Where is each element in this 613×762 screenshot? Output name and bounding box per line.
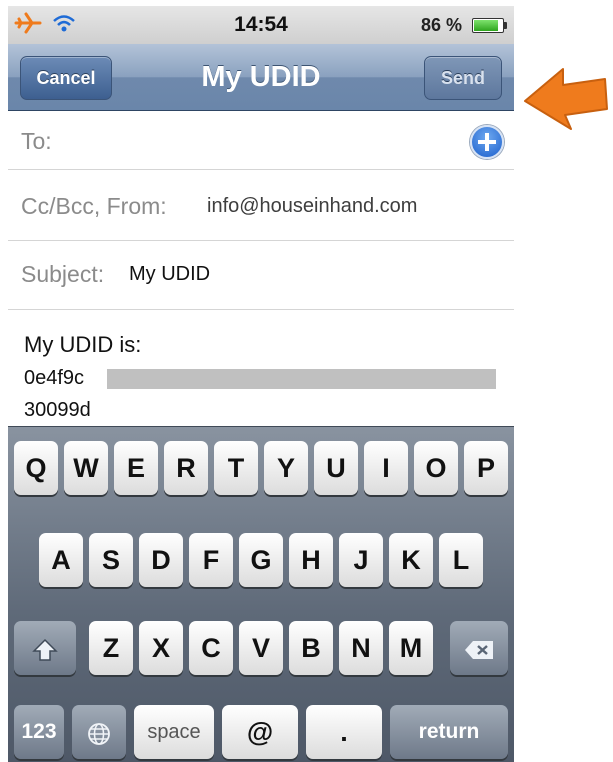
at-key[interactable]: @ xyxy=(222,705,298,759)
key-w[interactable]: W xyxy=(64,441,108,495)
key-h[interactable]: H xyxy=(289,533,333,587)
key-g[interactable]: G xyxy=(239,533,283,587)
key-i[interactable]: I xyxy=(364,441,408,495)
body-line-2: 0e4f9c xyxy=(24,367,85,389)
to-field[interactable]: To: xyxy=(8,111,514,170)
key-d[interactable]: D xyxy=(139,533,183,587)
space-key[interactable]: space xyxy=(134,705,214,759)
shift-key[interactable] xyxy=(14,621,76,675)
add-contact-icon[interactable] xyxy=(470,125,504,159)
redacted-text xyxy=(107,369,496,389)
key-z[interactable]: Z xyxy=(89,621,133,675)
body-line-1: My UDID is: xyxy=(24,332,142,357)
globe-key[interactable] xyxy=(72,705,126,759)
navigation-bar: Cancel My UDID Send xyxy=(8,44,514,111)
key-m[interactable]: M xyxy=(389,621,433,675)
key-s[interactable]: S xyxy=(89,533,133,587)
key-o[interactable]: O xyxy=(414,441,458,495)
key-v[interactable]: V xyxy=(239,621,283,675)
key-n[interactable]: N xyxy=(339,621,383,675)
numbers-key[interactable]: 123 xyxy=(14,705,64,759)
key-a[interactable]: A xyxy=(39,533,83,587)
cc-bcc-from-label: Cc/Bcc, From: xyxy=(21,193,167,219)
key-r[interactable]: R xyxy=(164,441,208,495)
mail-compose-screen: 14:54 86 % Cancel My UDID Send To: Cc/Bc… xyxy=(8,6,514,762)
battery-percent: 86 % xyxy=(420,15,462,35)
shift-icon xyxy=(32,621,58,675)
cc-bcc-from-field[interactable]: Cc/Bcc, From: info@houseinhand.com xyxy=(8,170,514,241)
subject-value: My UDID xyxy=(129,263,211,285)
subject-label: Subject: xyxy=(21,261,105,287)
key-b[interactable]: B xyxy=(289,621,333,675)
backspace-icon xyxy=(463,621,495,675)
key-t[interactable]: T xyxy=(214,441,258,495)
return-key[interactable]: return xyxy=(390,705,508,759)
dot-key[interactable]: . xyxy=(306,705,382,759)
globe-icon xyxy=(86,705,112,759)
key-u[interactable]: U xyxy=(314,441,358,495)
key-y[interactable]: Y xyxy=(264,441,308,495)
key-f[interactable]: F xyxy=(189,533,233,587)
status-bar: 14:54 86 % xyxy=(8,6,514,45)
battery-level xyxy=(474,20,499,31)
from-value: info@houseinhand.com xyxy=(207,195,418,217)
message-body[interactable]: My UDID is: 0e4f9c 30099d xyxy=(8,310,514,425)
key-q[interactable]: Q xyxy=(14,441,58,495)
send-button[interactable]: Send xyxy=(424,56,502,100)
delete-key[interactable] xyxy=(450,621,508,675)
body-line-3: 30099d xyxy=(24,399,91,421)
to-label: To: xyxy=(21,128,52,154)
arrow-left-icon xyxy=(519,45,611,133)
key-k[interactable]: K xyxy=(389,533,433,587)
key-l[interactable]: L xyxy=(439,533,483,587)
key-x[interactable]: X xyxy=(139,621,183,675)
key-j[interactable]: J xyxy=(339,533,383,587)
key-e[interactable]: E xyxy=(114,441,158,495)
keyboard: Q W E R T Y U I O P A S D F G H J K L Z … xyxy=(8,426,514,762)
key-p[interactable]: P xyxy=(464,441,508,495)
key-c[interactable]: C xyxy=(189,621,233,675)
battery-icon xyxy=(472,18,507,33)
subject-field[interactable]: Subject: My UDID xyxy=(8,241,514,310)
